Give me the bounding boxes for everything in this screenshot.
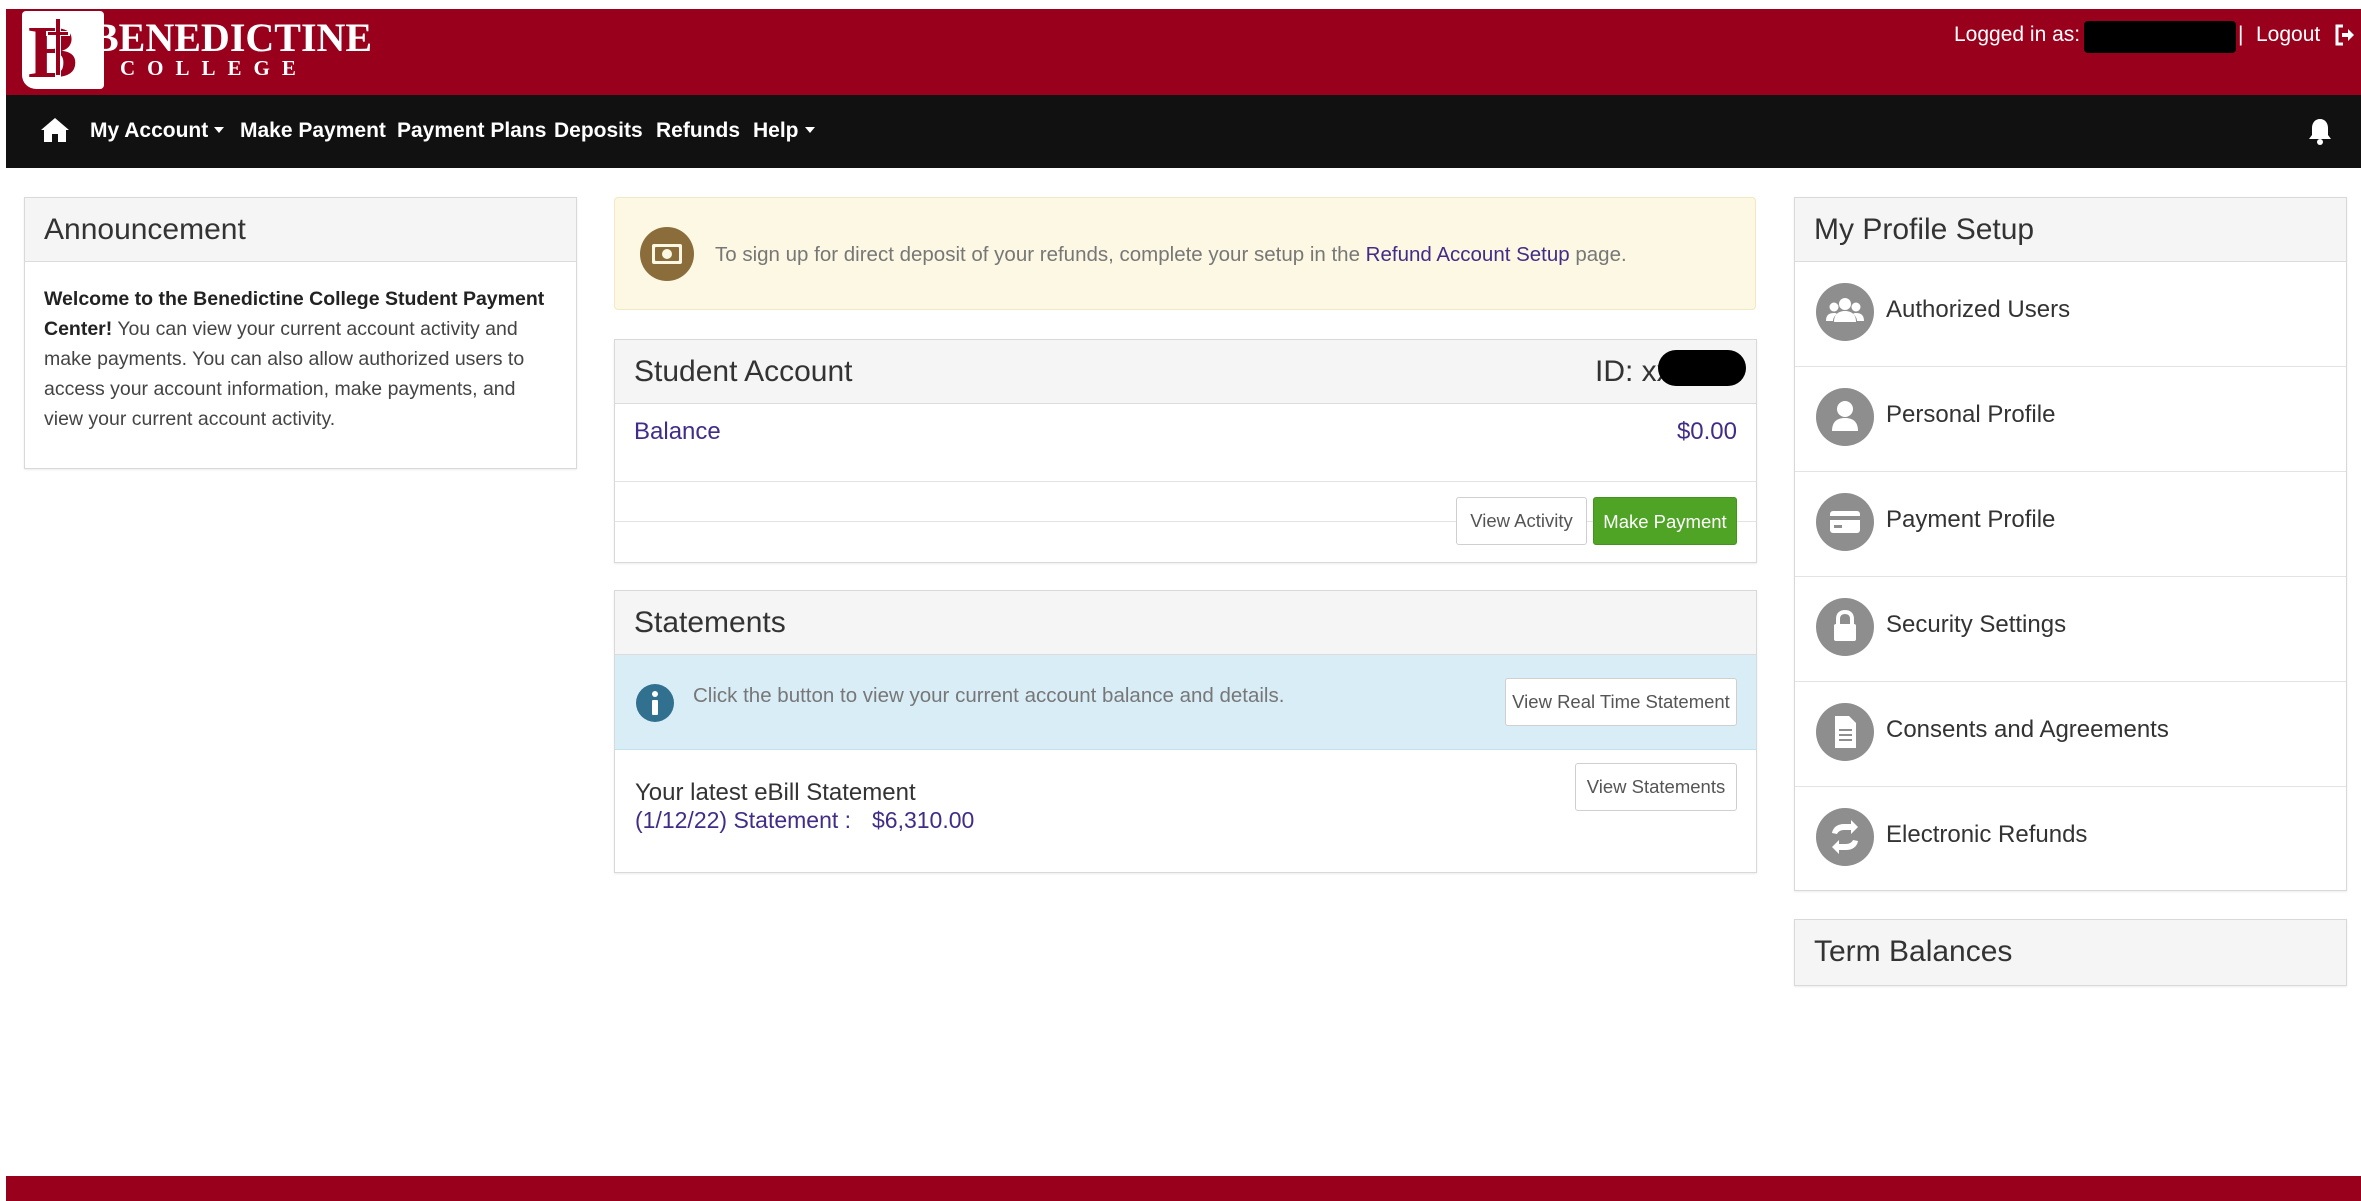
statements-title: Statements	[615, 591, 1756, 655]
nav-my-account[interactable]: My Account	[90, 117, 225, 145]
profile-item-personal-profile[interactable]: Personal Profile	[1795, 367, 2346, 472]
nav-deposits[interactable]: Deposits	[554, 117, 643, 145]
bell-icon[interactable]	[2308, 117, 2332, 145]
top-border	[0, 0, 2361, 9]
lock-icon	[1816, 598, 1874, 656]
view-real-time-statement-button[interactable]: View Real Time Statement	[1505, 678, 1737, 726]
student-account-panel: Student Account ID: xxx Balance $0.00 Vi…	[614, 339, 1757, 563]
view-activity-button[interactable]: View Activity	[1456, 497, 1587, 545]
brand-name: BENEDICTINE	[92, 15, 373, 60]
announcement-panel: Announcement Welcome to the Benedictine …	[24, 197, 577, 469]
credit-card-icon	[1816, 493, 1874, 551]
logged-in-label: Logged in as:	[1954, 23, 2081, 46]
account-actions: View Activity Make Payment	[615, 481, 1756, 564]
balance-link[interactable]: Balance	[634, 412, 721, 452]
profile-item-label: Authorized Users	[1886, 296, 2071, 323]
profile-item-label: Electronic Refunds	[1886, 821, 2088, 848]
logout-icon[interactable]	[2334, 23, 2356, 47]
site-header: B BENEDICTINE COLLEGE Logged in as: | Lo…	[6, 9, 2361, 95]
profile-setup-panel: My Profile Setup Authorized Users Person…	[1794, 197, 2347, 891]
money-icon	[640, 227, 694, 281]
profile-item-security-settings[interactable]: Security Settings	[1795, 577, 2346, 682]
profile-item-electronic-refunds[interactable]: Electronic Refunds	[1795, 787, 2346, 892]
logout-link[interactable]: Logout	[2256, 22, 2320, 48]
document-icon	[1816, 703, 1874, 761]
make-payment-button[interactable]: Make Payment	[1593, 497, 1737, 545]
balance-value: $0.00	[1676, 418, 1737, 445]
statements-info-text: Click the button to view your current ac…	[693, 684, 1285, 707]
nav-refunds[interactable]: Refunds	[656, 117, 740, 145]
header-separator: |	[2238, 23, 2244, 46]
refund-notice: To sign up for direct deposit of your re…	[614, 197, 1756, 310]
refund-notice-text: To sign up for direct deposit of your re…	[715, 243, 1627, 266]
svg-text:B: B	[28, 12, 77, 89]
profile-item-label: Personal Profile	[1886, 401, 2056, 428]
profile-item-consents-agreements[interactable]: Consents and Agreements	[1795, 682, 2346, 787]
announcement-text: You can view your current account activi…	[44, 318, 525, 430]
statements-panel: Statements Click the button to view your…	[614, 590, 1757, 873]
student-account-title: Student Account	[634, 355, 853, 388]
redacted-student-id	[1658, 350, 1746, 386]
profile-item-label: Security Settings	[1886, 611, 2067, 638]
latest-statement-link[interactable]: (1/12/22) Statement :	[635, 806, 851, 834]
profile-item-authorized-users[interactable]: Authorized Users	[1795, 262, 2346, 367]
nav-payment-plans[interactable]: Payment Plans	[397, 117, 546, 145]
brand-subtitle: COLLEGE	[120, 56, 308, 80]
refund-account-setup-link[interactable]: Refund Account Setup	[1366, 243, 1570, 266]
home-icon[interactable]	[40, 116, 70, 144]
announcement-title: Announcement	[25, 198, 576, 262]
chevron-down-icon	[214, 126, 225, 133]
profile-item-label: Payment Profile	[1886, 506, 2056, 533]
term-balances-panel[interactable]: Term Balances	[1794, 919, 2347, 986]
refresh-icon	[1816, 808, 1874, 866]
users-icon	[1816, 283, 1874, 341]
term-balances-title: Term Balances	[1795, 920, 2346, 985]
latest-ebill-label: Your latest eBill Statement	[635, 779, 916, 806]
main-nav: My Account Make Payment Payment Plans De…	[6, 95, 2361, 168]
nav-make-payment[interactable]: Make Payment	[240, 117, 386, 145]
person-icon	[1816, 388, 1874, 446]
latest-statement-amount[interactable]: $6,310.00	[872, 806, 974, 834]
profile-setup-title: My Profile Setup	[1795, 198, 2346, 262]
nav-help[interactable]: Help	[753, 117, 815, 145]
site-footer	[6, 1176, 2361, 1201]
student-account-heading: Student Account ID: xxx	[615, 340, 1756, 404]
profile-item-payment-profile[interactable]: Payment Profile	[1795, 472, 2346, 577]
announcement-body: Welcome to the Benedictine College Stude…	[25, 262, 576, 434]
view-statements-button[interactable]: View Statements	[1575, 763, 1737, 811]
chevron-down-icon	[804, 126, 815, 133]
statements-info-alert: Click the button to view your current ac…	[615, 655, 1756, 750]
profile-item-label: Consents and Agreements	[1886, 716, 2169, 743]
redacted-username	[2084, 21, 2236, 53]
info-icon	[636, 684, 674, 722]
